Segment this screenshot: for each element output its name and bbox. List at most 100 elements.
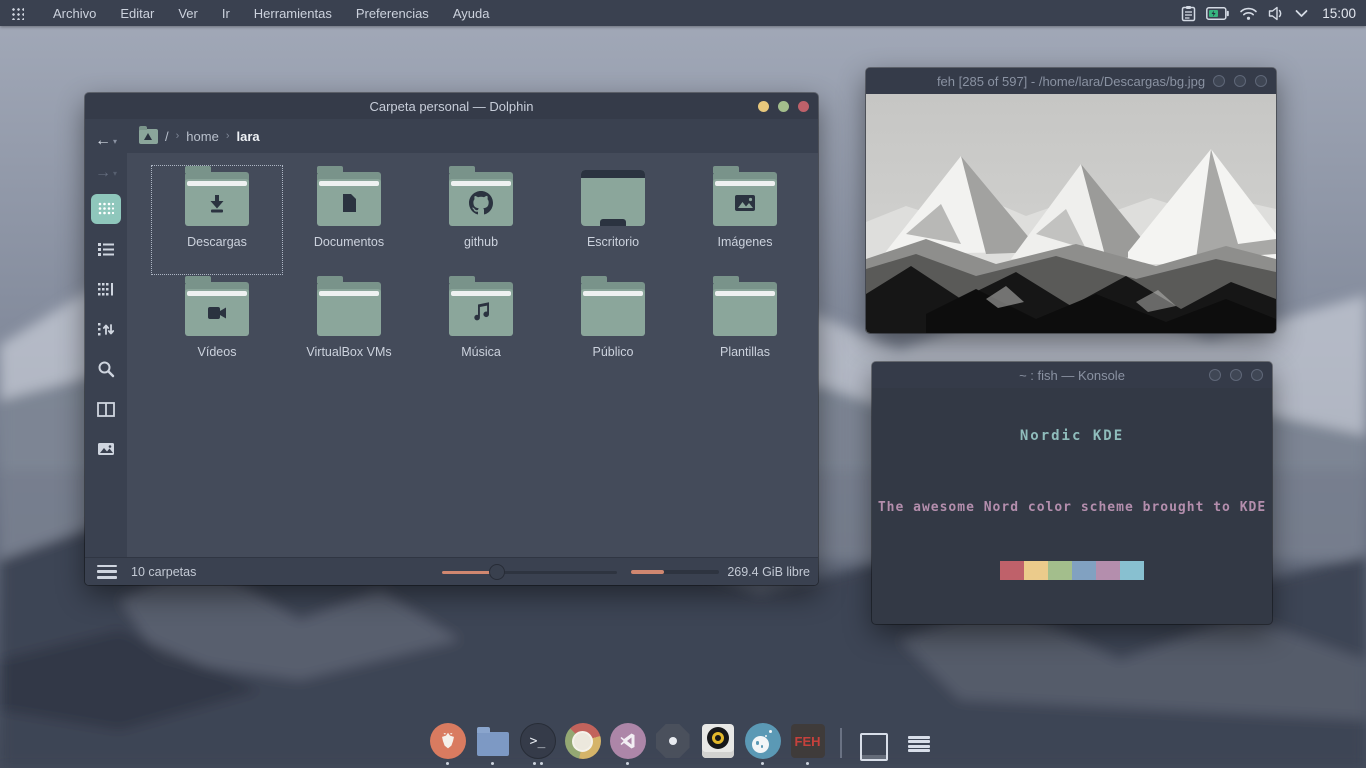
clock[interactable]: 15:00 — [1322, 6, 1356, 21]
app-launcher-button[interactable] — [0, 0, 34, 26]
folder-icon-music — [449, 280, 513, 336]
folder-item-documentos[interactable]: Documentos — [283, 165, 415, 275]
back-arrow-icon: ← — [95, 132, 111, 150]
dock-settings[interactable] — [654, 723, 692, 766]
close-button[interactable] — [798, 101, 809, 112]
folder-icon-plain — [581, 280, 645, 336]
folder-label: Vídeos — [194, 344, 241, 360]
chevron-down-icon[interactable] — [1295, 9, 1308, 18]
palette-swatch — [1000, 561, 1024, 580]
split-view-button[interactable] — [91, 394, 121, 424]
folder-label: Plantillas — [716, 344, 774, 360]
compact-view-button[interactable] — [91, 274, 121, 304]
zoom-slider[interactable] — [442, 564, 617, 580]
folder-icon-plain — [713, 280, 777, 336]
dock-chromium[interactable] — [564, 723, 602, 766]
battery-icon[interactable] — [1206, 7, 1229, 20]
clipboard-icon[interactable] — [1181, 5, 1196, 22]
breadcrumb-lara[interactable]: lara — [237, 129, 260, 144]
palette-swatch — [1096, 561, 1120, 580]
maximize-button[interactable] — [1230, 369, 1242, 381]
maximize-button[interactable] — [1234, 75, 1246, 87]
show-desktop-icon — [860, 733, 888, 761]
dock-firefox[interactable] — [429, 723, 467, 766]
folder-item-imagenes[interactable]: Imágenes — [679, 165, 811, 275]
search-button[interactable] — [91, 354, 121, 384]
desktop-icon — [581, 170, 645, 226]
close-button[interactable] — [1255, 75, 1267, 87]
close-button[interactable] — [1251, 369, 1263, 381]
dock-media-player[interactable] — [699, 723, 737, 766]
breadcrumb-separator-icon: › — [176, 130, 180, 142]
dock-file-manager[interactable] — [474, 723, 512, 766]
palette-swatch — [1072, 561, 1096, 580]
dock-menu[interactable] — [900, 730, 938, 766]
konsole-window: ~ : fish — Konsole Nordic KDE The awesom… — [872, 362, 1272, 624]
back-caret-icon: ▾ — [113, 137, 117, 146]
terminal-heading: Nordic KDE — [872, 428, 1272, 444]
folder-item-descargas[interactable]: Descargas — [151, 165, 283, 275]
feh-icon: FEH — [791, 724, 825, 758]
home-folder-icon[interactable] — [139, 129, 158, 144]
menu-ver[interactable]: Ver — [167, 2, 209, 25]
folder-item-virtualbox-vms[interactable]: VirtualBox VMs — [283, 275, 415, 385]
feh-titlebar[interactable]: feh [285 of 597] - /home/lara/Descargas/… — [866, 68, 1276, 94]
system-tray: 15:00 — [1181, 5, 1366, 22]
maximize-button[interactable] — [778, 101, 789, 112]
icons-view-button[interactable] — [91, 194, 121, 224]
sort-button[interactable] — [91, 314, 121, 344]
folder-icon-document — [317, 170, 381, 226]
breadcrumb-separator-icon: › — [226, 130, 230, 142]
menu-burger-button[interactable] — [97, 565, 117, 579]
breadcrumb-home[interactable]: home — [186, 129, 219, 144]
chromium-icon — [565, 723, 601, 759]
global-menu: Archivo Editar Ver Ir Herramientas Prefe… — [42, 2, 500, 25]
breadcrumb-root[interactable]: / — [165, 129, 169, 144]
wifi-icon[interactable] — [1239, 6, 1258, 21]
minimize-button[interactable] — [758, 101, 769, 112]
menu-preferencias[interactable]: Preferencias — [345, 2, 440, 25]
folder-item-videos[interactable]: Vídeos — [151, 275, 283, 385]
dock-separator — [840, 728, 842, 758]
nord-palette — [1000, 561, 1144, 580]
folder-item-musica[interactable]: Música — [415, 275, 547, 385]
preview-button[interactable] — [91, 434, 121, 464]
terminal-subtitle: The awesome Nord color scheme brought to… — [872, 500, 1272, 515]
gear-icon — [656, 724, 690, 758]
search-icon — [97, 360, 115, 378]
volume-icon[interactable] — [1268, 6, 1285, 21]
dock-vscode[interactable] — [609, 723, 647, 766]
folder-item-escritorio[interactable]: Escritorio — [547, 165, 679, 275]
split-view-icon — [97, 402, 115, 417]
dock-terminal[interactable]: >_ — [519, 723, 557, 766]
folder-label: VirtualBox VMs — [302, 344, 395, 360]
forward-caret-icon: ▾ — [113, 169, 117, 178]
menu-ayuda[interactable]: Ayuda — [442, 2, 501, 25]
menu-herramientas[interactable]: Herramientas — [243, 2, 343, 25]
menu-ir[interactable]: Ir — [211, 2, 241, 25]
dock-feh[interactable]: FEH — [789, 723, 827, 766]
menu-archivo[interactable]: Archivo — [42, 2, 107, 25]
forward-button[interactable]: → ▾ — [95, 157, 117, 189]
folder-item-github[interactable]: github — [415, 165, 547, 275]
back-button[interactable]: ← ▾ — [95, 125, 117, 157]
list-view-button[interactable] — [91, 234, 121, 264]
zoom-slider-knob[interactable] — [489, 564, 505, 580]
dolphin-statusbar: 10 carpetas 269.4 GiB libre — [85, 557, 818, 585]
terminal-area[interactable]: Nordic KDE The awesome Nord color scheme… — [872, 388, 1272, 622]
sort-icon — [97, 321, 115, 338]
folder-item-plantillas[interactable]: Plantillas — [679, 275, 811, 385]
minimize-button[interactable] — [1213, 75, 1225, 87]
breadcrumb: / › home › lara — [127, 119, 818, 153]
dock-show-desktop[interactable] — [855, 730, 893, 766]
dolphin-toolbar: ← ▾ → ▾ — [85, 119, 127, 557]
folder-item-publico[interactable]: Público — [547, 275, 679, 385]
folder-icon-video — [185, 280, 249, 336]
dock-moon-app[interactable] — [744, 723, 782, 766]
konsole-titlebar[interactable]: ~ : fish — Konsole — [872, 362, 1272, 388]
preview-image-icon — [97, 442, 115, 456]
files-icon — [477, 732, 509, 756]
minimize-button[interactable] — [1209, 369, 1221, 381]
menu-editar[interactable]: Editar — [109, 2, 165, 25]
dolphin-titlebar[interactable]: Carpeta personal — Dolphin — [85, 93, 818, 119]
